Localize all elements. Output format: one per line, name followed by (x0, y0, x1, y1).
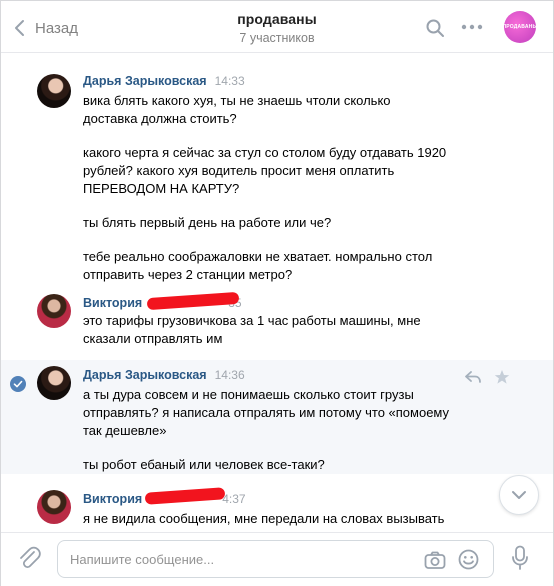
avatar-vika[interactable] (37, 294, 71, 328)
text-line: я не видила сообщения, мне передали на с… (83, 511, 445, 526)
text-line: ПЕРЕВОДОМ НА КАРТУ? (83, 181, 240, 196)
message-group[interactable]: Дарья Зарыковская 14:36 а ты дура совсем… (1, 366, 553, 476)
check-icon[interactable] (10, 376, 26, 392)
message-paragraph: какого черта я сейчас за стул со столом … (83, 144, 503, 198)
text-line: а ты дура совсем и не понимаешь сколько … (83, 387, 414, 402)
text-line: вика блять какого хуя, ты не знаешь чтол… (83, 93, 391, 108)
paperclip-icon[interactable] (17, 545, 41, 571)
more-icon[interactable] (461, 23, 483, 31)
message-paragraph: вика блять какого хуя, ты не знаешь чтол… (83, 92, 503, 128)
microphone-icon[interactable] (511, 545, 529, 571)
avatar-dasha[interactable] (37, 74, 71, 108)
message-input[interactable] (70, 541, 410, 577)
text-line: какого черта я сейчас за стул со столом … (83, 145, 447, 160)
message-paragraph: я не видила сообщения, мне передали на с… (83, 510, 503, 528)
text-line: сказали отправлять им (83, 331, 223, 346)
text-line: ты блять первый день на работе или че? (83, 215, 332, 230)
text-line: доставка должна стоить? (83, 111, 237, 126)
chat-member-count: 7 участников (239, 31, 315, 45)
author-name[interactable]: Дарья Зарыковская (83, 74, 207, 88)
author-name[interactable]: Дарья Зарыковская (83, 368, 207, 382)
text-line: рублей? какого хуя водитель просит меня … (83, 163, 395, 178)
chat-avatar-logo: ПРОДАВАНЫ (502, 24, 538, 30)
message-paragraph: ты блять первый день на работе или че? (83, 214, 503, 232)
message-time[interactable]: 14:36 (215, 368, 245, 382)
composer (1, 532, 553, 586)
message-paragraph: тебе реально соображаловки не хватает. н… (83, 248, 503, 284)
reply-icon[interactable] (464, 370, 482, 384)
message-group: Виктория 35 это тарифы грузовичкова за 1… (1, 291, 553, 354)
message-input-box[interactable] (57, 540, 494, 578)
message-header: Дарья Зарыковская 14:36 (83, 368, 245, 382)
search-icon[interactable] (425, 18, 445, 38)
message-header: Дарья Зарыковская 14:33 (83, 74, 245, 88)
message-group: Виктория 4:37 я не видила сообщения, мне… (1, 487, 553, 532)
message-time[interactable]: 14:33 (215, 74, 245, 88)
message-list[interactable]: Дарья Зарыковская 14:33 вика блять каког… (1, 54, 553, 532)
avatar-vika[interactable] (37, 490, 71, 524)
smile-icon[interactable] (458, 549, 479, 570)
message-group: Дарья Зарыковская 14:33 вика блять каког… (1, 72, 553, 292)
text-line: тебе реально соображаловки не хватает. н… (83, 249, 433, 264)
text-line: отправить через 2 станции метро? (83, 267, 293, 282)
avatar-dasha[interactable] (37, 366, 71, 400)
message-text: а ты дура совсем и не понимаешь сколько … (83, 386, 503, 490)
chat-avatar[interactable]: ПРОДАВАНЫ (502, 11, 538, 43)
message-text: вика блять какого хуя, ты не знаешь чтол… (83, 92, 503, 300)
message-time[interactable]: 4:37 (222, 492, 245, 506)
star-icon[interactable] (494, 369, 510, 385)
message-paragraph: ты робот ебаный или человек все-таки? (83, 456, 503, 474)
chat-window: Назад продаваны 7 участников ПРОДАВАНЫ Д… (0, 0, 554, 586)
chevron-down-icon (512, 491, 526, 499)
chat-header: Назад продаваны 7 участников ПРОДАВАНЫ (1, 1, 553, 53)
message-paragraph: а ты дура совсем и не понимаешь сколько … (83, 386, 503, 440)
message-text: я не видила сообщения, мне передали на с… (83, 510, 503, 532)
camera-icon[interactable] (424, 550, 446, 570)
author-name[interactable]: Виктория (83, 296, 142, 310)
message-text: это тарифы грузовичкова за 1 час работы … (83, 312, 503, 364)
message-paragraph: это тарифы грузовичкова за 1 час работы … (83, 312, 503, 348)
author-name[interactable]: Виктория (83, 492, 142, 506)
text-line: это тарифы грузовичкова за 1 час работы … (83, 313, 421, 328)
text-line: отправлять? я написала отпралять им пото… (83, 405, 450, 420)
scroll-down-button[interactable] (499, 475, 539, 515)
text-line: ты робот ебаный или человек все-таки? (83, 457, 325, 472)
text-line: так дешевле» (83, 423, 167, 438)
